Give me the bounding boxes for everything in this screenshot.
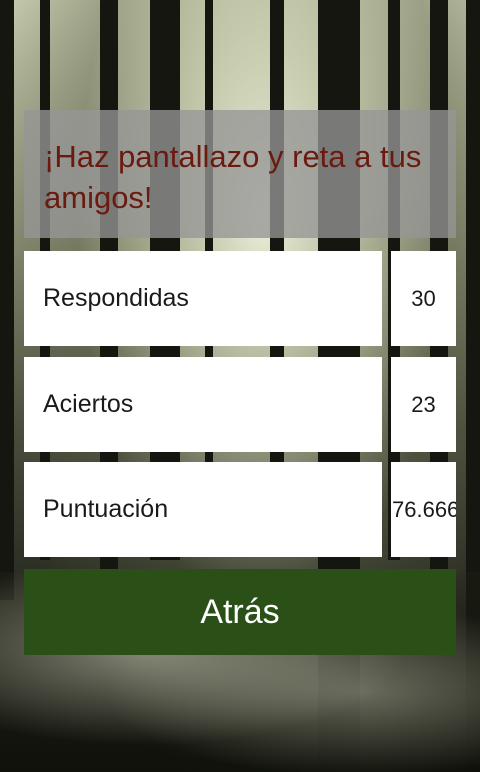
stat-value-answered: 30 <box>391 251 456 346</box>
stat-label-answered: Respondidas <box>24 251 382 346</box>
back-button[interactable]: Atrás <box>24 569 456 655</box>
stat-value-correct: 23 <box>391 357 456 452</box>
challenge-message: ¡Haz pantallazo y reta a tus amigos! <box>44 139 422 215</box>
stat-label-correct: Aciertos <box>24 357 382 452</box>
stat-value-score: 76.666 <box>391 462 456 557</box>
challenge-banner: ¡Haz pantallazo y reta a tus amigos! <box>24 110 456 238</box>
stat-label-score: Puntuación <box>24 462 382 557</box>
